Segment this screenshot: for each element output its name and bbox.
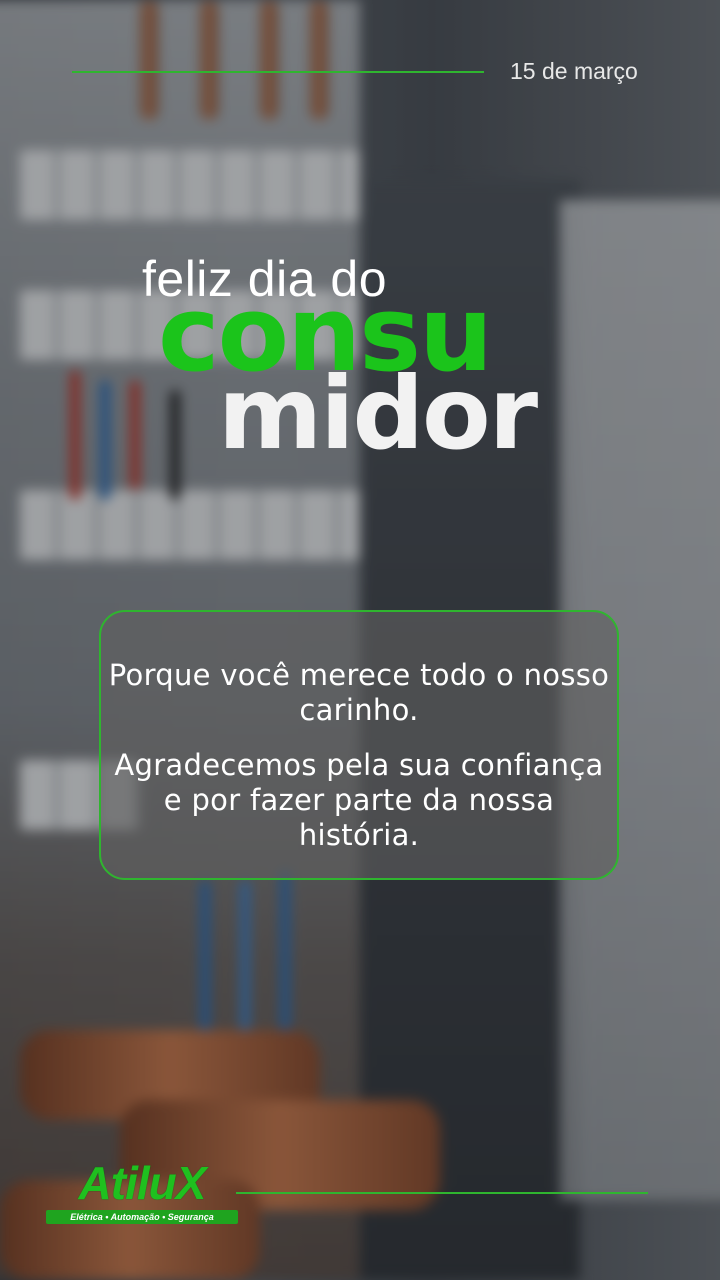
message-paragraph-1: Porque você merece todo o nosso carinho. (108, 658, 610, 727)
bottom-divider (236, 1192, 648, 1194)
message-card: Porque você merece todo o nosso carinho.… (99, 610, 619, 880)
top-divider (72, 71, 484, 73)
event-date: 15 de março (510, 58, 638, 84)
message-paragraph-2: Agradecemos pela sua confiança e por faz… (114, 748, 604, 852)
brand-logo: AtiluX Elétrica • Automação • Segurança (46, 1160, 238, 1224)
brand-tagline: Elétrica • Automação • Segurança (46, 1210, 238, 1224)
brand-name: AtiluX (78, 1157, 207, 1209)
headline-line3: midor (218, 355, 538, 472)
story-canvas: 15 de março feliz dia do consu midor Por… (0, 0, 720, 1280)
